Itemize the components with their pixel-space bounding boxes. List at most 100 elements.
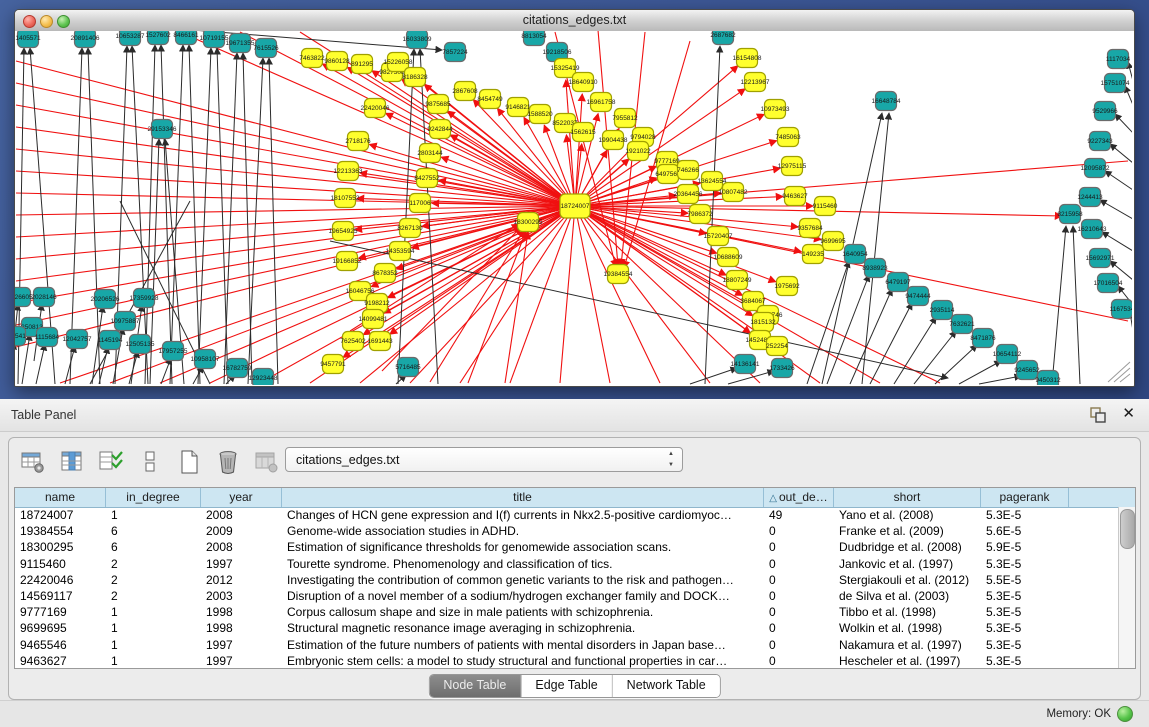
svg-text:2687682: 2687682 (710, 32, 736, 39)
svg-text:12213363: 12213363 (334, 168, 363, 175)
status-bar: Memory: OK (0, 700, 1149, 727)
memory-status-dot (1117, 706, 1133, 722)
svg-text:8471876: 8471876 (970, 335, 996, 342)
svg-text:17016504: 17016504 (1094, 280, 1123, 287)
table-panel-titlebar: Table Panel ✕ (0, 399, 1149, 432)
svg-text:19904438: 19904438 (599, 137, 628, 144)
row-validation-icon[interactable] (97, 448, 125, 476)
svg-text:12505135: 12505135 (126, 341, 155, 348)
svg-text:10973493: 10973493 (761, 106, 790, 113)
svg-text:13624554: 13624554 (698, 178, 727, 185)
svg-text:16210643: 16210643 (1078, 226, 1107, 233)
svg-text:10688609: 10688609 (714, 254, 743, 261)
svg-text:1244413: 1244413 (1077, 194, 1103, 201)
svg-text:16033809: 16033809 (403, 36, 432, 43)
svg-text:9529966: 9529966 (1092, 108, 1118, 115)
table-row[interactable]: 946554611997Estimation of the future num… (15, 637, 1119, 653)
float-panel-icon[interactable] (1090, 407, 1106, 423)
table-row[interactable]: 911546021997Tourette syndrome. Phenomeno… (15, 556, 1119, 572)
svg-text:1167534: 1167534 (1110, 306, 1132, 313)
tab-node-table[interactable]: Node Table (429, 675, 521, 697)
select-columns-icon[interactable] (58, 448, 86, 476)
svg-text:29153346: 29153346 (148, 126, 177, 133)
delete-table-icon[interactable] (214, 448, 242, 476)
svg-text:10807482: 10807482 (719, 189, 748, 196)
svg-text:22420046: 22420046 (361, 105, 390, 112)
svg-text:17957255: 17957255 (159, 348, 188, 355)
column-header-indegree[interactable]: in_degree (106, 488, 201, 507)
svg-text:8454749: 8454749 (477, 96, 503, 103)
table-row[interactable]: 1456911722003Disruption of a novel membe… (15, 588, 1119, 604)
column-header-name[interactable]: name (15, 488, 106, 507)
column-header-short[interactable]: short (834, 488, 981, 507)
svg-text:1115684: 1115684 (35, 334, 60, 341)
svg-text:9146821: 9146821 (505, 104, 531, 111)
svg-text:9457791: 9457791 (320, 361, 346, 368)
table-header-row: namein_degreeyeartitle△out_de…shortpager… (15, 488, 1135, 508)
new-table-icon[interactable] (175, 448, 203, 476)
svg-text:2718176: 2718176 (345, 138, 371, 145)
table-body: 1872400712008Changes of HCN gene express… (15, 507, 1119, 668)
table-vertical-scrollbar[interactable] (1118, 507, 1135, 668)
table-row[interactable]: 1830029562008Estimation of significance … (15, 539, 1119, 555)
svg-text:18300295: 18300295 (514, 219, 543, 226)
svg-text:15720407: 15720407 (704, 233, 733, 240)
svg-text:746266: 746266 (677, 167, 699, 174)
svg-text:8813054: 8813054 (521, 33, 547, 40)
table-panel: Table Panel ✕ (0, 399, 1149, 700)
svg-text:2028146: 2028146 (31, 294, 57, 301)
svg-text:2867608: 2867608 (452, 88, 478, 95)
table-row[interactable]: 1872400712008Changes of HCN gene express… (15, 507, 1119, 523)
column-header-year[interactable]: year (201, 488, 282, 507)
svg-text:20364456: 20364456 (674, 191, 703, 198)
citation-network-graph[interactable]: 1405571208914061065328715276028466161107… (15, 31, 1132, 385)
svg-text:7632621: 7632621 (949, 321, 975, 328)
svg-text:10958107: 10958107 (191, 356, 220, 363)
network-desktop: citations_edges.txt 14055712089140610653… (0, 0, 1149, 399)
svg-text:891295: 891295 (351, 61, 373, 68)
column-header-pagerank[interactable]: pagerank (981, 488, 1069, 507)
svg-text:9242844: 9242844 (427, 126, 453, 133)
network-window: citations_edges.txt 14055712089140610653… (14, 9, 1135, 387)
svg-text:10653287: 10653287 (116, 33, 145, 40)
table-toolbar: f(x) (19, 445, 320, 479)
table-selector-dropdown[interactable]: citations_edges.txt ▲▼ (285, 447, 683, 472)
svg-text:18640910: 18640910 (569, 79, 598, 86)
svg-text:9227343: 9227343 (1087, 138, 1113, 145)
tab-edge-table[interactable]: Edge Table (521, 675, 612, 697)
svg-text:8267130: 8267130 (397, 225, 423, 232)
svg-text:2803144: 2803144 (417, 150, 443, 157)
scrollbar-thumb[interactable] (1120, 509, 1135, 549)
svg-text:149235: 149235 (802, 251, 824, 258)
svg-text:14353594: 14353594 (386, 248, 415, 255)
column-header-outde[interactable]: △out_de… (764, 488, 834, 507)
svg-text:18724007: 18724007 (561, 203, 590, 210)
table-row[interactable]: 969969511998Structural magnetic resonanc… (15, 620, 1119, 636)
svg-text:1145194: 1145194 (98, 337, 123, 344)
svg-text:16648784: 16648784 (872, 98, 901, 105)
svg-text:2935114: 2935114 (930, 307, 955, 314)
row-height-icon[interactable] (136, 448, 164, 476)
svg-text:19166852: 19166852 (333, 258, 362, 265)
svg-text:10719155: 10719155 (200, 35, 229, 42)
svg-text:9115460: 9115460 (813, 203, 838, 210)
table-settings-icon[interactable] (19, 448, 47, 476)
table-row[interactable]: 977716911998Corpus callosum shape and si… (15, 604, 1119, 620)
table-row[interactable]: 2242004622012Investigating the contribut… (15, 572, 1119, 588)
svg-text:9198212: 9198212 (364, 300, 390, 307)
svg-text:9450312: 9450312 (1035, 377, 1061, 384)
close-panel-icon[interactable]: ✕ (1122, 406, 1135, 422)
table-row[interactable]: 1938455462009Genome-wide association stu… (15, 523, 1119, 539)
svg-text:2526605: 2526605 (15, 294, 33, 301)
tab-network-table[interactable]: Network Table (613, 675, 720, 697)
network-canvas[interactable]: 1405571208914061065328715276028466161107… (15, 31, 1134, 386)
svg-text:16961758: 16961758 (587, 99, 616, 106)
svg-text:8186328: 8186328 (402, 74, 428, 81)
column-header-title[interactable]: title (282, 488, 764, 507)
attribute-browser-panel: f(x) citations_edges.txt ▲▼ namein_degre… (8, 437, 1141, 700)
import-table-disabled-icon[interactable] (253, 448, 281, 476)
table-row[interactable]: 946362711997Embryonic stem cells: a mode… (15, 653, 1119, 668)
svg-text:5716485: 5716485 (395, 364, 421, 371)
network-window-titlebar[interactable]: citations_edges.txt (15, 10, 1134, 32)
svg-text:9860128: 9860128 (324, 58, 350, 65)
